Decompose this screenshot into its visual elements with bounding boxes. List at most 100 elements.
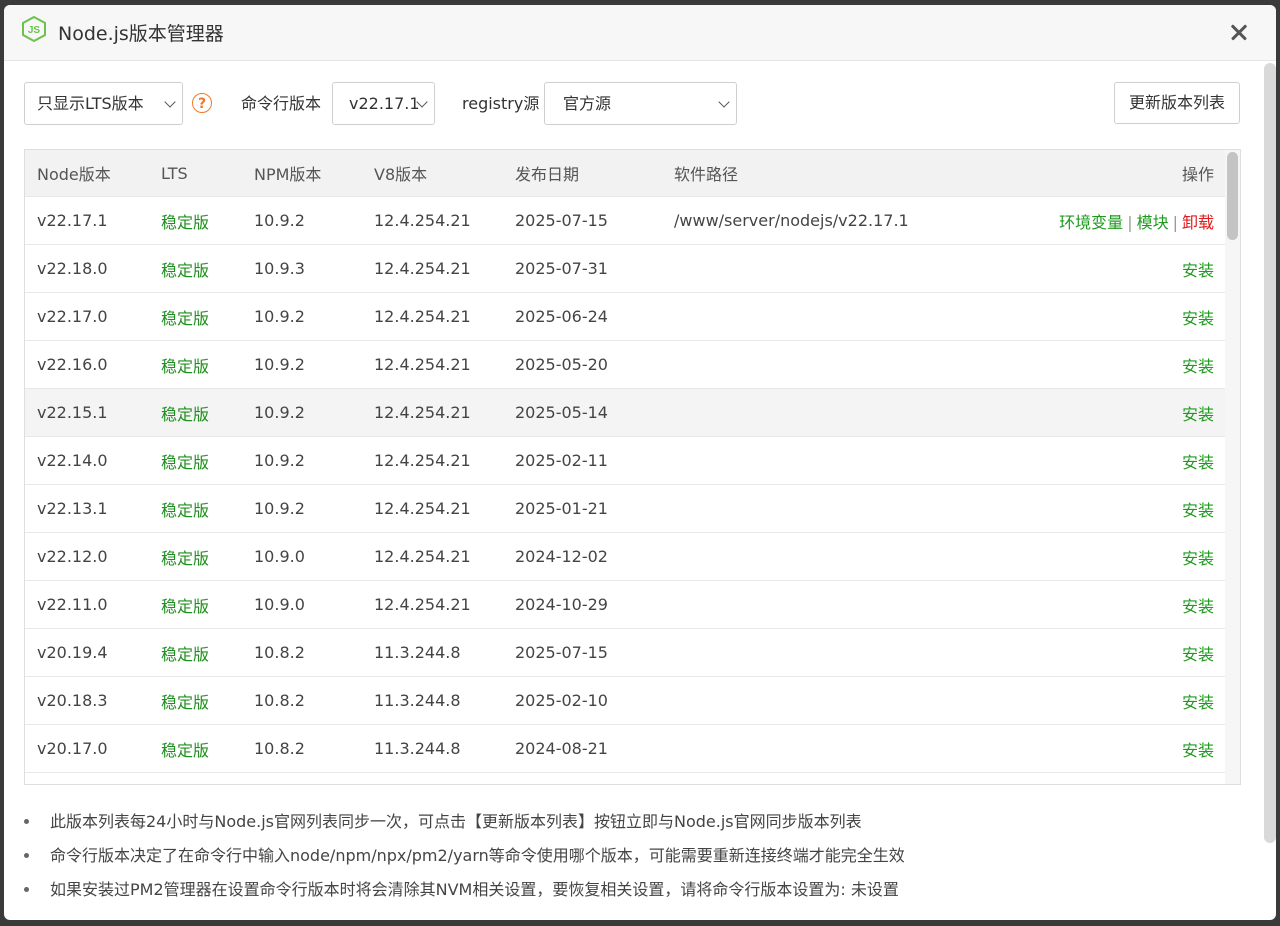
lts-cell: 稳定版	[161, 484, 254, 533]
release-date-cell: 2024-10-29	[515, 580, 674, 629]
refresh-version-list-button[interactable]: 更新版本列表	[1113, 82, 1240, 124]
release-date-cell: 2025-02-10	[515, 676, 674, 725]
install-path-cell	[674, 628, 1004, 677]
lts-cell: 稳定版	[161, 580, 254, 629]
node-version-cell: v20.17.0	[25, 724, 161, 773]
node-version-manager-dialog: JS Node.js版本管理器 只显示LTS版本 ? 命令行版本 v22.17.…	[4, 5, 1276, 920]
node-version-cell: v22.15.1	[25, 388, 161, 437]
cli-version-select[interactable]: v22.17.1	[332, 82, 435, 125]
install-link[interactable]: 安装	[1182, 501, 1214, 520]
nodejs-icon: JS	[22, 16, 46, 42]
lts-cell: 稳定版	[161, 292, 254, 341]
npm-version-cell: 10.8.2	[254, 628, 374, 677]
actions-cell: 安装	[1004, 340, 1226, 389]
install-link[interactable]: 安装	[1182, 261, 1214, 280]
install-link[interactable]: 安装	[1182, 357, 1214, 376]
release-date-cell: 2025-02-11	[515, 436, 674, 485]
install-path-cell	[674, 676, 1004, 725]
v8-version-cell: 11.3.244.8	[374, 724, 515, 773]
install-path-cell	[674, 580, 1004, 629]
dialog-title: Node.js版本管理器	[58, 23, 224, 45]
note-item: 命令行版本决定了在命令行中输入node/npm/npx/pm2/yarn等命令使…	[24, 839, 1224, 873]
install-path-cell	[674, 436, 1004, 485]
install-link[interactable]: 安装	[1182, 405, 1214, 424]
v8-version-cell: 12.4.254.21	[374, 340, 515, 389]
actions-cell: 安装	[1004, 580, 1226, 629]
install-path-cell	[674, 724, 1004, 773]
table-row	[25, 772, 1226, 784]
install-path-cell	[674, 484, 1004, 533]
table-row: v20.17.0 稳定版 10.8.2 11.3.244.8 2024-08-21 安装	[25, 724, 1226, 773]
bullet-icon	[24, 853, 29, 858]
actions-cell: 安装	[1004, 388, 1226, 437]
npm-version-cell: 10.9.2	[254, 388, 374, 437]
lts-filter-value: 只显示LTS版本	[37, 94, 144, 113]
note-item: 此版本列表每24小时与Node.js官网列表同步一次，可点击【更新版本列表】按钮…	[24, 805, 1224, 839]
chevron-down-icon	[718, 96, 730, 108]
table-row: v22.16.0 稳定版 10.9.2 12.4.254.21 2025-05-20 安装	[25, 340, 1226, 389]
install-link[interactable]: 安装	[1182, 597, 1214, 616]
v8-version-cell: 12.4.254.21	[374, 244, 515, 293]
install-path-cell	[674, 292, 1004, 341]
env-vars-link[interactable]: 环境变量	[1059, 213, 1123, 232]
cli-version-label: 命令行版本	[241, 94, 322, 113]
uninstall-link[interactable]: 卸载	[1182, 213, 1214, 232]
install-path-cell	[674, 244, 1004, 293]
actions-cell: 环境变量 | 模块 | 卸载	[1004, 196, 1226, 245]
svg-text:JS: JS	[28, 25, 41, 36]
table-scrollbar-thumb[interactable]	[1227, 152, 1238, 240]
node-version-cell: v20.18.3	[25, 676, 161, 725]
actions-cell: 安装	[1004, 436, 1226, 485]
node-version-cell: v20.19.4	[25, 628, 161, 677]
lts-filter-select[interactable]: 只显示LTS版本	[24, 82, 183, 125]
node-version-cell: v22.18.0	[25, 244, 161, 293]
cli-version-value: v22.17.1	[349, 94, 420, 113]
install-link[interactable]: 安装	[1182, 453, 1214, 472]
v8-version-cell: 11.3.244.8	[374, 628, 515, 677]
dialog-scrollbar[interactable]	[1264, 63, 1276, 843]
v8-version-cell: 12.4.254.21	[374, 580, 515, 629]
close-button[interactable]	[1226, 19, 1252, 45]
install-link[interactable]: 安装	[1182, 549, 1214, 568]
table-row: v22.11.0 稳定版 10.9.0 12.4.254.21 2024-10-29 安装	[25, 580, 1226, 629]
release-date-cell: 2025-01-21	[515, 484, 674, 533]
install-link[interactable]: 安装	[1182, 693, 1214, 712]
release-date-cell: 2024-12-02	[515, 532, 674, 581]
lts-cell: 稳定版	[161, 388, 254, 437]
table-row: v20.19.4 稳定版 10.8.2 11.3.244.8 2025-07-15 安装	[25, 628, 1226, 677]
action-separator: |	[1172, 212, 1178, 232]
actions-cell: 安装	[1004, 532, 1226, 581]
node-version-cell: v22.12.0	[25, 532, 161, 581]
v8-version-cell: 12.4.254.21	[374, 436, 515, 485]
install-link[interactable]: 安装	[1182, 741, 1214, 760]
npm-version-cell: 10.9.2	[254, 484, 374, 533]
registry-select[interactable]: 官方源	[544, 82, 737, 125]
install-path-cell	[674, 532, 1004, 581]
version-table: Node版本 LTS NPM版本 V8版本 发布日期 软件路径 操作 v22.1…	[25, 150, 1226, 784]
modules-link[interactable]: 模块	[1137, 213, 1169, 232]
registry-value: 官方源	[563, 94, 612, 113]
actions-cell: 安装	[1004, 724, 1226, 773]
lts-cell: 稳定版	[161, 532, 254, 581]
npm-version-cell: 10.9.2	[254, 436, 374, 485]
header-v8-version: V8版本	[374, 150, 515, 197]
bullet-icon	[24, 887, 29, 892]
v8-version-cell: 12.4.254.21	[374, 292, 515, 341]
v8-version-cell: 12.4.254.21	[374, 388, 515, 437]
npm-version-cell: 10.9.2	[254, 292, 374, 341]
install-link[interactable]: 安装	[1182, 309, 1214, 328]
note-text: 此版本列表每24小时与Node.js官网列表同步一次，可点击【更新版本列表】按钮…	[50, 812, 862, 831]
node-version-cell: v22.14.0	[25, 436, 161, 485]
v8-version-cell: 12.4.254.21	[374, 484, 515, 533]
npm-version-cell: 10.9.0	[254, 580, 374, 629]
help-icon[interactable]: ?	[192, 93, 212, 113]
install-link[interactable]: 安装	[1182, 645, 1214, 664]
release-date-cell: 2025-05-14	[515, 388, 674, 437]
lts-cell: 稳定版	[161, 196, 254, 245]
header-lts: LTS	[161, 150, 254, 197]
release-date-cell: 2025-06-24	[515, 292, 674, 341]
table-row: v22.13.1 稳定版 10.9.2 12.4.254.21 2025-01-21 安装	[25, 484, 1226, 533]
table-row: v22.17.0 稳定版 10.9.2 12.4.254.21 2025-06-24 安装	[25, 292, 1226, 341]
header-npm-version: NPM版本	[254, 150, 374, 197]
table-scrollbar[interactable]	[1225, 150, 1240, 784]
